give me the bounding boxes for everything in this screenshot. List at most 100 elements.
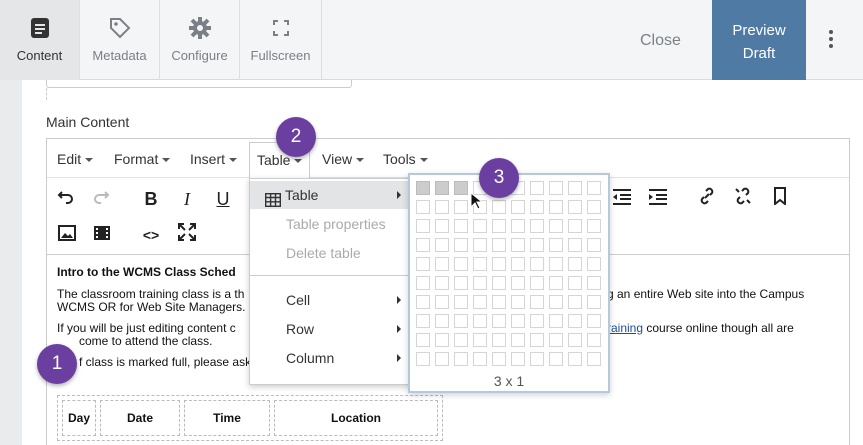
grid-cell[interactable] xyxy=(416,219,430,233)
grid-cell[interactable] xyxy=(530,352,544,366)
bold-icon[interactable]: B xyxy=(139,187,163,211)
grid-cell[interactable] xyxy=(473,314,487,328)
grid-cell[interactable] xyxy=(435,333,449,347)
grid-cell[interactable] xyxy=(511,219,525,233)
grid-cell[interactable] xyxy=(492,276,506,290)
grid-cell[interactable] xyxy=(416,352,430,366)
more-options-icon[interactable] xyxy=(826,30,836,50)
grid-cell[interactable] xyxy=(568,276,582,290)
grid-cell[interactable] xyxy=(435,238,449,252)
grid-cell[interactable] xyxy=(568,352,582,366)
grid-cell[interactable] xyxy=(454,276,468,290)
menu-item-row[interactable]: Row xyxy=(250,315,410,343)
menu-view[interactable]: View xyxy=(322,151,365,167)
grid-cell[interactable] xyxy=(511,333,525,347)
grid-cell[interactable] xyxy=(454,257,468,271)
grid-cell[interactable] xyxy=(549,181,563,195)
grid-cell[interactable] xyxy=(549,352,563,366)
grid-cell[interactable] xyxy=(530,314,544,328)
grid-cell[interactable] xyxy=(454,200,468,214)
grid-cell[interactable] xyxy=(435,276,449,290)
grid-cell[interactable] xyxy=(473,352,487,366)
unlink-icon[interactable] xyxy=(731,187,755,211)
outdent-icon[interactable] xyxy=(610,187,634,211)
grid-cell[interactable] xyxy=(530,200,544,214)
grid-cell[interactable] xyxy=(587,200,601,214)
grid-cell[interactable] xyxy=(473,295,487,309)
grid-cell[interactable] xyxy=(568,219,582,233)
media-icon[interactable] xyxy=(90,223,114,247)
grid-cell[interactable] xyxy=(549,238,563,252)
grid-cell[interactable] xyxy=(473,219,487,233)
grid-cell[interactable] xyxy=(492,295,506,309)
italic-icon[interactable]: I xyxy=(175,187,199,211)
grid-cell[interactable] xyxy=(416,200,430,214)
grid-cell[interactable] xyxy=(435,200,449,214)
grid-cell[interactable] xyxy=(511,352,525,366)
grid-cell[interactable] xyxy=(568,333,582,347)
grid-cell[interactable] xyxy=(568,257,582,271)
grid-cell[interactable] xyxy=(530,181,544,195)
grid-cell[interactable] xyxy=(454,219,468,233)
grid-cell[interactable] xyxy=(530,333,544,347)
grid-cell[interactable] xyxy=(473,333,487,347)
grid-cell[interactable] xyxy=(587,333,601,347)
close-button[interactable]: Close xyxy=(640,32,681,50)
grid-cell[interactable] xyxy=(530,219,544,233)
grid-cell[interactable] xyxy=(530,276,544,290)
grid-cell[interactable] xyxy=(435,295,449,309)
grid-cell[interactable] xyxy=(511,257,525,271)
grid-cell[interactable] xyxy=(416,181,430,195)
grid-cell[interactable] xyxy=(435,314,449,328)
undo-icon[interactable] xyxy=(54,187,78,211)
grid-cell[interactable] xyxy=(549,219,563,233)
redo-icon[interactable] xyxy=(89,187,113,211)
grid-cell[interactable] xyxy=(454,314,468,328)
tab-metadata[interactable]: Metadata xyxy=(80,0,160,80)
grid-cell[interactable] xyxy=(587,276,601,290)
menu-item-cell[interactable]: Cell xyxy=(250,286,410,314)
grid-cell[interactable] xyxy=(511,295,525,309)
tab-configure[interactable]: Configure xyxy=(160,0,240,80)
grid-cell[interactable] xyxy=(530,257,544,271)
tab-content[interactable]: Content xyxy=(0,0,80,80)
grid-cell[interactable] xyxy=(511,200,525,214)
menu-insert[interactable]: Insert xyxy=(190,151,238,167)
grid-cell[interactable] xyxy=(587,257,601,271)
grid-cell[interactable] xyxy=(511,238,525,252)
grid-cell[interactable] xyxy=(530,238,544,252)
grid-cell[interactable] xyxy=(416,295,430,309)
grid-cell[interactable] xyxy=(454,352,468,366)
grid-cell[interactable] xyxy=(587,181,601,195)
grid-cell[interactable] xyxy=(587,295,601,309)
grid-cell[interactable] xyxy=(492,238,506,252)
grid-cell[interactable] xyxy=(473,276,487,290)
grid-cell[interactable] xyxy=(416,257,430,271)
table-size-picker[interactable]: 3 x 1 xyxy=(408,173,610,393)
grid-cell[interactable] xyxy=(473,238,487,252)
grid-cell[interactable] xyxy=(549,257,563,271)
grid-cell[interactable] xyxy=(568,181,582,195)
grid-cell[interactable] xyxy=(568,200,582,214)
grid-cell[interactable] xyxy=(492,352,506,366)
grid-cell[interactable] xyxy=(549,200,563,214)
menu-item-column[interactable]: Column xyxy=(250,344,410,372)
grid-cell[interactable] xyxy=(587,238,601,252)
grid-cell[interactable] xyxy=(492,200,506,214)
grid-cell[interactable] xyxy=(549,333,563,347)
grid-cell[interactable] xyxy=(492,257,506,271)
grid-cell[interactable] xyxy=(416,333,430,347)
grid-cell[interactable] xyxy=(416,276,430,290)
grid-cell[interactable] xyxy=(454,238,468,252)
grid-cell[interactable] xyxy=(492,219,506,233)
grid-cell[interactable] xyxy=(568,295,582,309)
bookmark-icon[interactable] xyxy=(768,187,792,211)
link-icon[interactable] xyxy=(695,187,719,211)
schedule-table[interactable]: Day Date Time Location xyxy=(57,395,443,441)
grid-cell[interactable] xyxy=(511,276,525,290)
grid-cell[interactable] xyxy=(435,257,449,271)
grid-cell[interactable] xyxy=(587,219,601,233)
grid-cell[interactable] xyxy=(454,333,468,347)
code-icon[interactable]: <> xyxy=(139,223,163,247)
tab-fullscreen[interactable]: Fullscreen xyxy=(240,0,322,80)
